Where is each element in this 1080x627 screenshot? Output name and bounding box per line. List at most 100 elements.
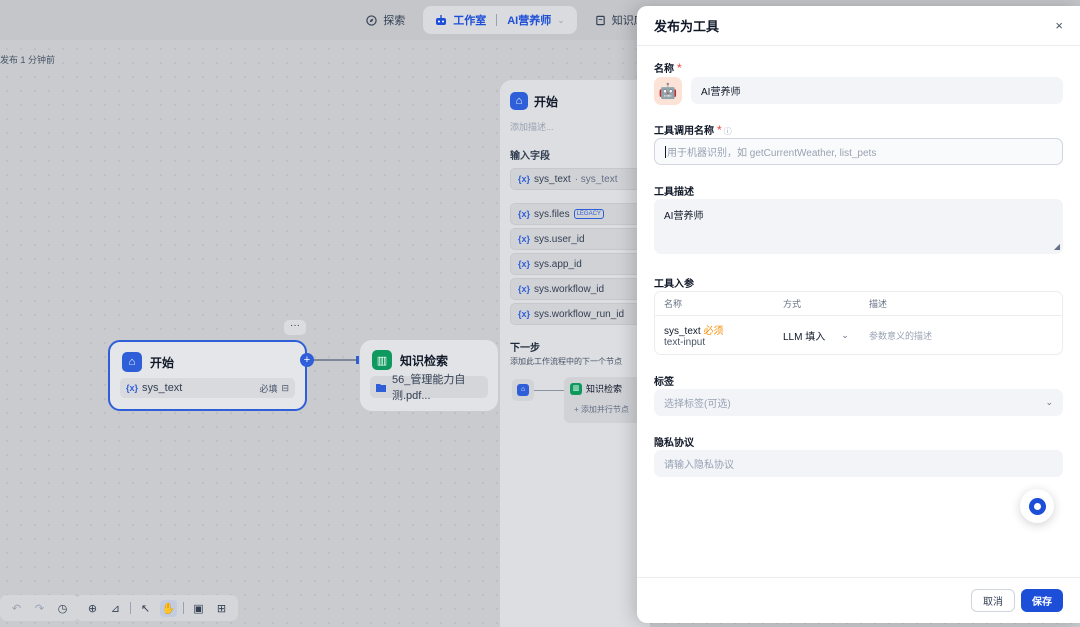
call-name-label: 工具调用名称	[654, 126, 714, 137]
tags-label: 标签	[654, 377, 674, 388]
text-field-icon: ⊟	[281, 382, 289, 393]
param-method-select[interactable]: LLM 填入 ⌄	[783, 328, 869, 343]
text-caret	[665, 145, 666, 158]
nav-studio-label: 工作室	[453, 15, 487, 27]
modal-title: 发布为工具	[654, 19, 720, 34]
chevron-down-icon: ⌄	[557, 14, 565, 25]
robot-icon	[435, 14, 447, 26]
book-open-icon: ▥	[570, 382, 582, 395]
panel-field-row[interactable]: {x} sys.workflow_run_id	[510, 303, 640, 325]
panel-field-row[interactable]: {x} sys_text · sys_text	[510, 168, 640, 190]
variable-icon: {x}	[126, 383, 139, 393]
variable-icon: {x}	[518, 284, 531, 294]
toolbar-divider	[183, 602, 184, 614]
node-config-panel: ⌂ 开始 添加描述... 输入字段 {x} sys_text · sys_tex…	[500, 80, 660, 627]
col-desc: 描述	[869, 299, 888, 309]
save-button[interactable]: 保存	[1021, 589, 1063, 612]
field-name: sys.user_id	[534, 233, 585, 245]
params-table-header: 名称 方式 描述	[655, 292, 1062, 316]
close-icon[interactable]: ×	[1055, 18, 1063, 33]
col-method: 方式	[783, 299, 802, 309]
pointer-icon[interactable]: ↖	[137, 600, 154, 617]
history-toolbar: ↶ ↷ ◷	[0, 595, 79, 621]
col-name: 名称	[664, 299, 683, 309]
param-name: sys_text	[664, 326, 701, 337]
start-var-row: {x} sys_text 必填 ⊟	[120, 378, 295, 398]
export-image-icon[interactable]: ▣	[190, 600, 207, 617]
call-name-placeholder: 用于机器识别，如 getCurrentWeather, list_pets	[667, 148, 877, 159]
app-name-label: AI营养师	[507, 15, 552, 27]
field-sub: · sys_text	[574, 173, 618, 185]
field-name: sys_text	[534, 173, 571, 185]
param-required: 必须	[703, 326, 724, 337]
next-start-node: ⌂	[512, 379, 534, 401]
book-icon	[595, 15, 606, 26]
start-var-required: 必填	[259, 383, 278, 394]
start-node[interactable]: ⌂ 开始 {x} sys_text 必填 ⊟	[108, 340, 307, 411]
help-icon[interactable]: ⓘ	[724, 127, 732, 136]
description-value: AI营养师	[664, 211, 704, 222]
privacy-label: 隐私协议	[654, 438, 694, 449]
call-name-input[interactable]: 用于机器识别，如 getCurrentWeather, list_pets	[654, 138, 1063, 165]
variable-icon: {x}	[518, 259, 531, 269]
description-label: 工具描述	[654, 187, 694, 198]
home-icon: ⌂	[122, 352, 142, 372]
next-step-title: 下一步	[510, 343, 540, 354]
redo-icon[interactable]: ↷	[31, 600, 48, 617]
next-step-flow: ⌂ ▥ 知识检索 + 添加并行节点	[510, 375, 660, 445]
input-fields-label: 输入字段	[510, 151, 550, 162]
publish-tool-modal: 发布为工具 × 名称 * 🤖 AI营养师 工具调用名称 * ⓘ 用于机器识别，如 ge…	[637, 6, 1080, 623]
privacy-input[interactable]: 请输入隐私协议	[654, 450, 1063, 477]
toolbar-divider	[130, 602, 131, 614]
param-method-value: LLM 填入	[783, 331, 826, 343]
organize-icon[interactable]: ⊞	[213, 600, 230, 617]
resize-handle-icon[interactable]: ◢	[1054, 242, 1060, 251]
param-desc-input[interactable]: 参数意义的描述	[869, 329, 1062, 342]
node-edge	[313, 359, 359, 361]
chat-support-button[interactable]	[1020, 489, 1054, 523]
table-row: sys_text 必须 text-input LLM 填入 ⌄ 参数意义的描述	[655, 316, 1062, 354]
edge-handle[interactable]	[356, 356, 359, 364]
panel-field-row[interactable]: {x} sys.workflow_id	[510, 278, 640, 300]
undo-icon[interactable]: ↶	[8, 600, 25, 617]
nav-studio[interactable]: 工作室 AI营养师 ⌄	[423, 6, 577, 34]
modal-footer: 取消 保存	[637, 577, 1080, 623]
add-node-button[interactable]: +	[300, 353, 314, 367]
params-table: 名称 方式 描述 sys_text 必须 text-input LLM 填入 ⌄…	[654, 291, 1063, 355]
compass-icon	[366, 14, 377, 26]
knowledge-node[interactable]: ▥ 知识检索 56_管理能力自测.pdf...	[360, 340, 498, 411]
kb-file-item: 56_管理能力自测.pdf...	[370, 374, 488, 402]
tool-avatar-icon[interactable]: 🤖	[654, 77, 682, 105]
nav-explore-label: 探索	[383, 15, 406, 27]
start-node-title: 开始	[150, 355, 175, 370]
node-more-button[interactable]: ···	[284, 320, 306, 335]
description-textarea[interactable]: AI营养师 ◢	[654, 199, 1063, 254]
history-icon[interactable]: ◷	[54, 600, 71, 617]
hand-icon[interactable]: ✋	[160, 599, 177, 617]
panel-field-row[interactable]: {x} sys.app_id	[510, 253, 640, 275]
variable-icon: {x}	[518, 174, 531, 184]
panel-description-input[interactable]: 添加描述...	[510, 120, 640, 133]
nav-explore[interactable]: 探索	[354, 6, 417, 34]
chevron-down-icon: ⌄	[841, 329, 849, 340]
variable-icon: {x}	[518, 309, 531, 319]
field-name: sys.files	[534, 208, 570, 220]
variable-icon: {x}	[518, 234, 531, 244]
tool-name-input[interactable]: AI营养师	[691, 77, 1063, 104]
note-icon[interactable]: ⊿	[107, 600, 124, 617]
legacy-badge: LEGACY	[573, 209, 604, 219]
save-status: 发布 1 分钟前	[0, 55, 56, 65]
cancel-button[interactable]: 取消	[971, 589, 1015, 612]
tags-select[interactable]: 选择标签(可选) ⌄	[654, 389, 1063, 416]
tags-placeholder: 选择标签(可选)	[664, 399, 731, 410]
next-kb-label: 知识检索	[586, 384, 623, 394]
field-name: sys.workflow_id	[534, 283, 605, 295]
add-block-icon[interactable]: ⊕	[84, 600, 101, 617]
name-label: 名称	[654, 64, 674, 75]
book-open-icon: ▥	[372, 350, 392, 370]
next-step-subtitle: 添加此工作流程中的下一个节点	[510, 357, 622, 366]
panel-field-row[interactable]: {x} sys.user_id	[510, 228, 640, 250]
panel-title: 开始	[534, 94, 559, 109]
panel-field-row[interactable]: {x} sys.files LEGACY	[510, 203, 640, 225]
folder-icon	[376, 383, 386, 392]
